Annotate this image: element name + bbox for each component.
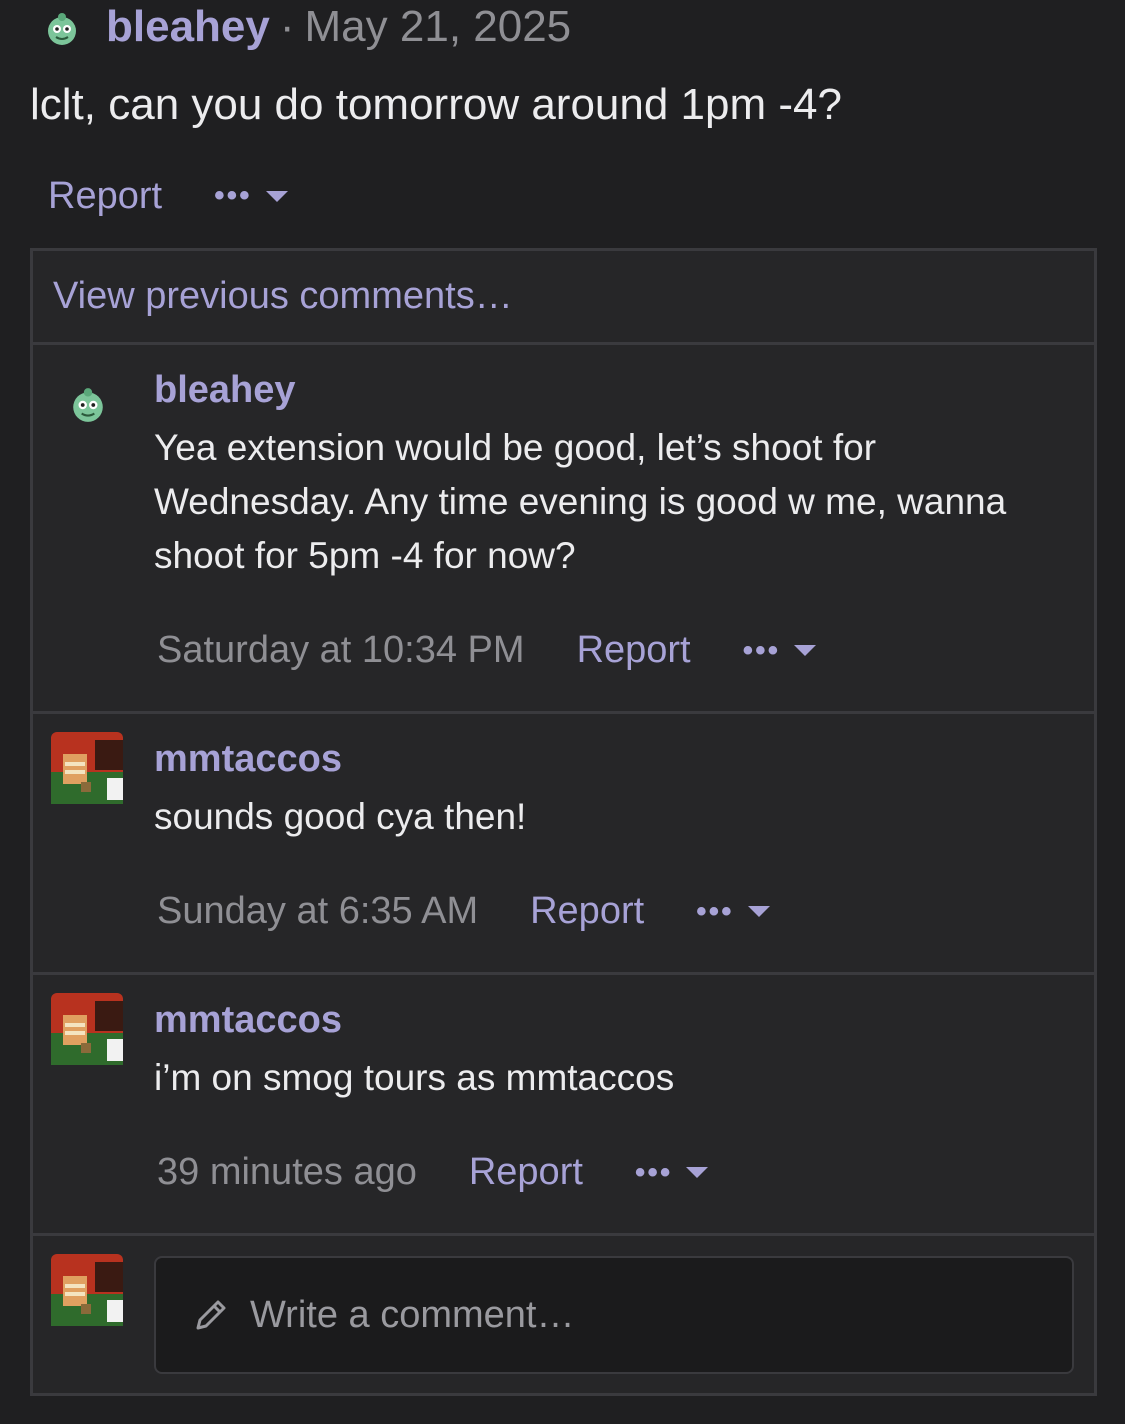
chevron-down-icon [747, 906, 770, 917]
comments-panel: View previous comments… bleahey Yea exte… [30, 248, 1097, 1396]
comment-item: bleahey Yea extension would be good, let… [33, 345, 1094, 714]
comment-timestamp[interactable]: Saturday at 10:34 PM [157, 629, 525, 672]
comment-composer[interactable] [154, 1256, 1074, 1374]
post-header: bleahey · May 21, 2025 [44, 0, 571, 54]
comment-composer-row [33, 1236, 1094, 1393]
comment-meta: Saturday at 10:34 PM Report ••• [157, 629, 817, 672]
more-dots-icon: ••• [634, 1155, 673, 1189]
more-options-button[interactable]: ••• [635, 1156, 709, 1190]
green-character-icon[interactable] [44, 11, 80, 47]
comment-timestamp[interactable]: Sunday at 6:35 AM [157, 890, 478, 933]
green-character-icon[interactable] [69, 385, 107, 425]
chevron-down-icon [794, 645, 817, 656]
post-author[interactable]: bleahey [106, 2, 270, 52]
pixel-art-avatar[interactable] [51, 993, 123, 1065]
comment-author[interactable]: mmtaccos [154, 999, 342, 1042]
post-body: lclt, can you do tomorrow around 1pm -4? [30, 80, 842, 129]
post-date[interactable]: May 21, 2025 [305, 2, 572, 52]
more-options-button[interactable]: ••• [696, 895, 770, 929]
comment-text: sounds good cya then! [154, 796, 527, 837]
report-button[interactable]: Report [530, 890, 644, 933]
view-previous-comments-link[interactable]: View previous comments… [33, 251, 1094, 345]
post-actions: Report ••• [48, 168, 288, 224]
report-button[interactable]: Report [469, 1151, 583, 1194]
comment-author[interactable]: mmtaccos [154, 738, 342, 781]
chevron-down-icon [686, 1167, 709, 1178]
comment-item: mmtaccos i’m on smog tours as mmtaccos 3… [33, 975, 1094, 1236]
report-button[interactable]: Report [577, 629, 691, 672]
more-options-button[interactable]: ••• [743, 634, 817, 668]
comment-timestamp[interactable]: 39 minutes ago [157, 1151, 417, 1194]
comment-meta: Sunday at 6:35 AM Report ••• [157, 890, 770, 933]
comment-input[interactable] [248, 1292, 1072, 1338]
more-dots-icon: ••• [214, 179, 252, 212]
comment-item: mmtaccos sounds good cya then! Sunday at… [33, 714, 1094, 975]
pixel-art-avatar[interactable] [51, 732, 123, 804]
more-options-button[interactable]: ••• [214, 179, 288, 213]
comment-author[interactable]: bleahey [154, 369, 296, 412]
comment-meta: 39 minutes ago Report ••• [157, 1151, 709, 1194]
comment-text: Yea extension would be good, let’s shoot… [154, 427, 1007, 576]
more-dots-icon: ••• [742, 633, 781, 667]
pencil-icon [196, 1300, 226, 1330]
report-button[interactable]: Report [48, 175, 162, 218]
comment-text: i’m on smog tours as mmtaccos [154, 1057, 675, 1098]
chevron-down-icon [265, 190, 288, 202]
more-dots-icon: ••• [696, 894, 734, 928]
pixel-art-avatar[interactable] [51, 1254, 123, 1326]
separator: · [279, 2, 295, 51]
